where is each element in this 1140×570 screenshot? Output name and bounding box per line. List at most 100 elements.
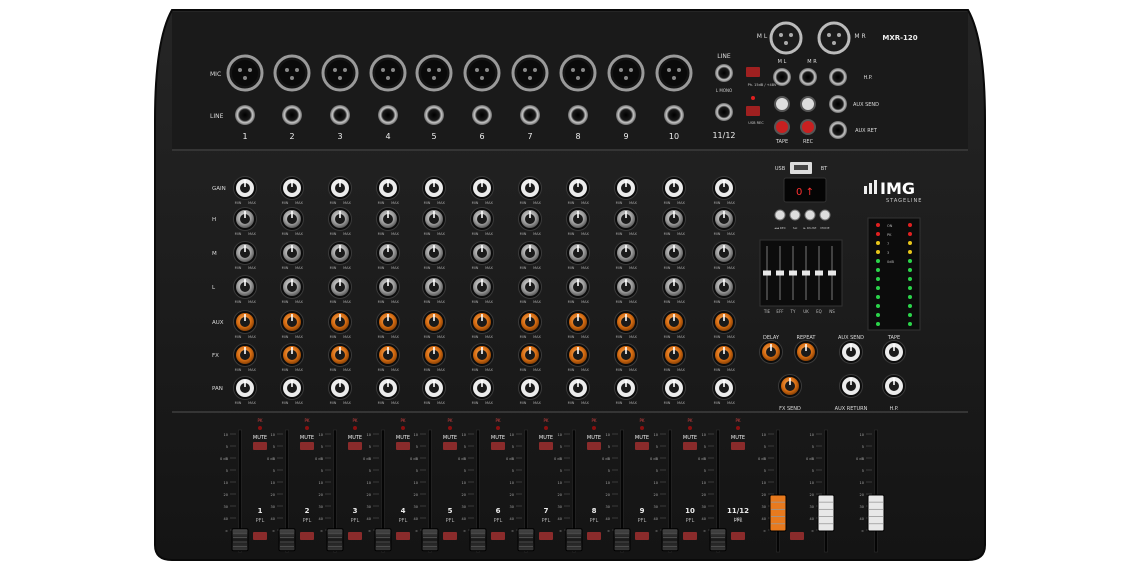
stereo-jack-r[interactable] [715, 103, 733, 121]
mute-button[interactable] [396, 442, 410, 450]
fader-cap[interactable] [613, 528, 631, 552]
line-jack-input[interactable] [235, 105, 255, 125]
aux-ret-jack[interactable] [829, 121, 847, 139]
knob-min-mark: MIN [424, 335, 431, 339]
pfl-button[interactable] [683, 532, 697, 540]
pfl-button[interactable] [300, 532, 314, 540]
fader-cap[interactable] [817, 494, 835, 532]
line-jack-input[interactable] [664, 105, 684, 125]
eq-band-label: TY [790, 309, 796, 314]
eq-slider-cap[interactable] [828, 270, 836, 276]
rca-rec-white[interactable] [800, 96, 816, 112]
fader-cap[interactable] [709, 528, 727, 552]
fader-cap[interactable] [278, 528, 296, 552]
mute-button[interactable] [348, 442, 362, 450]
mute-button[interactable] [587, 442, 601, 450]
knob-min-mark: MIN [424, 401, 431, 405]
pfl-button[interactable] [491, 532, 505, 540]
pfl-button[interactable] [587, 532, 601, 540]
aux-send-jack[interactable] [829, 95, 847, 113]
mute-button[interactable] [443, 442, 457, 450]
player-button-label: ► PAUSE [804, 226, 817, 230]
fader-cap[interactable] [661, 528, 679, 552]
eq-slider-cap[interactable] [802, 270, 810, 276]
ml-xlr-output[interactable] [769, 21, 803, 55]
aux-return-knob[interactable] [839, 374, 863, 398]
fader-cap-body [421, 528, 439, 552]
pfl-button[interactable] [539, 532, 553, 540]
fader-scale-mark: 5 [512, 445, 514, 449]
rca-tape-red[interactable] [774, 119, 790, 135]
fader-cap[interactable] [231, 528, 249, 552]
hp-knob[interactable] [882, 374, 906, 398]
fader-scale-mark: 0 dB [410, 457, 419, 461]
line-jack-input[interactable] [378, 105, 398, 125]
fx-send-knob[interactable] [778, 374, 802, 398]
eq-slider-cap[interactable] [789, 270, 797, 276]
rca-tape-white[interactable] [774, 96, 790, 112]
pfl-button[interactable] [396, 532, 410, 540]
eq-slider-cap[interactable] [815, 270, 823, 276]
player-button[interactable] [819, 209, 831, 221]
player-button[interactable] [804, 209, 816, 221]
fader-cap[interactable] [769, 494, 787, 532]
player-button[interactable] [774, 209, 786, 221]
ml-jack-output[interactable] [773, 68, 791, 86]
mute-button[interactable] [635, 442, 649, 450]
pk-label: PK [735, 418, 740, 423]
mute-button[interactable] [539, 442, 553, 450]
mute-button[interactable] [491, 442, 505, 450]
phantom-switch[interactable] [746, 67, 760, 77]
eq-slider-cap[interactable] [776, 270, 784, 276]
aux-send-master-knob[interactable] [839, 340, 863, 364]
fader-cap[interactable] [421, 528, 439, 552]
line-jack-input[interactable] [568, 105, 588, 125]
mute-button[interactable] [300, 442, 314, 450]
player-button[interactable] [789, 209, 801, 221]
fader-cap[interactable] [517, 528, 535, 552]
mute-button[interactable] [731, 442, 745, 450]
line-jack-input[interactable] [616, 105, 636, 125]
pfl-button[interactable] [253, 532, 267, 540]
fader-scale-mark: 0 dB [698, 457, 707, 461]
fader-scale-mark: 5 [416, 445, 418, 449]
line-jack-input[interactable] [424, 105, 444, 125]
fader-cap[interactable] [867, 494, 885, 532]
mute-button[interactable] [253, 442, 267, 450]
mute-button[interactable] [683, 442, 697, 450]
hp-knob-label: H.P. [889, 406, 898, 412]
line-jack-input[interactable] [472, 105, 492, 125]
fader-cap[interactable] [469, 528, 487, 552]
knob-min-mark: MIN [235, 201, 242, 205]
pfl-button[interactable] [443, 532, 457, 540]
fader-cap[interactable] [326, 528, 344, 552]
fader-scale-mark: ∞ [415, 529, 418, 533]
mute-label: MUTE [539, 435, 553, 441]
usb-rec-switch[interactable] [746, 106, 760, 116]
line-jack-input[interactable] [520, 105, 540, 125]
fader-cap[interactable] [374, 528, 392, 552]
pfl-button[interactable] [635, 532, 649, 540]
knob-min-mark: MIN [378, 368, 385, 372]
mr-xlr-output[interactable] [817, 21, 851, 55]
line-jack-input[interactable] [282, 105, 302, 125]
pfl-button[interactable] [348, 532, 362, 540]
fader-cap[interactable] [565, 528, 583, 552]
mr-jack-output[interactable] [799, 68, 817, 86]
pfl-button[interactable] [731, 532, 745, 540]
knob-max-mark: MAX [343, 401, 351, 405]
fader-scale-mark: 5 [512, 469, 514, 473]
line-jack-input[interactable] [330, 105, 350, 125]
rca-rec-red[interactable] [800, 119, 816, 135]
meter-led-right [908, 250, 912, 254]
stereo-number: 11/12 [712, 131, 735, 140]
delay-knob[interactable] [759, 340, 783, 364]
eq-slider-cap[interactable] [763, 270, 771, 276]
hp-jack[interactable] [829, 68, 847, 86]
knob-min-mark: MIN [520, 368, 527, 372]
knob-min-mark: MIN [330, 232, 337, 236]
repeat-knob[interactable] [794, 340, 818, 364]
stereo-jack-l[interactable] [715, 64, 733, 82]
tape-knob[interactable] [882, 340, 906, 364]
pfl-button[interactable] [790, 532, 804, 540]
